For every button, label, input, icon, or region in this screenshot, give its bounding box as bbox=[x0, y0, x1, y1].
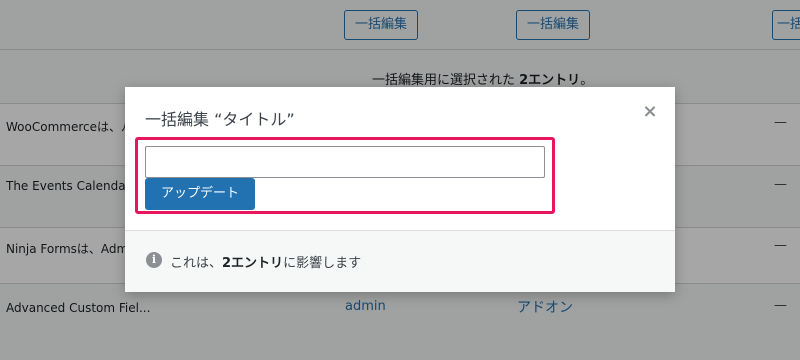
modal-title: 一括編集 “タイトル” bbox=[145, 110, 295, 129]
footer-prefix: これは、 bbox=[170, 256, 223, 271]
footer-suffix: に影響します bbox=[283, 256, 362, 271]
info-icon: i bbox=[146, 252, 162, 268]
affected-entries-notice: これは、2エントリに影響します bbox=[170, 252, 361, 271]
footer-count: 2エントリ bbox=[222, 256, 284, 271]
modal-footer: i これは、2エントリに影響します bbox=[125, 230, 675, 292]
close-icon[interactable]: × bbox=[640, 102, 660, 122]
title-input[interactable] bbox=[145, 146, 545, 178]
update-button[interactable]: アップデート bbox=[145, 178, 255, 210]
bulk-edit-modal: 一括編集 “タイトル” × アップデート i これは、2エントリに影響します bbox=[125, 87, 675, 292]
